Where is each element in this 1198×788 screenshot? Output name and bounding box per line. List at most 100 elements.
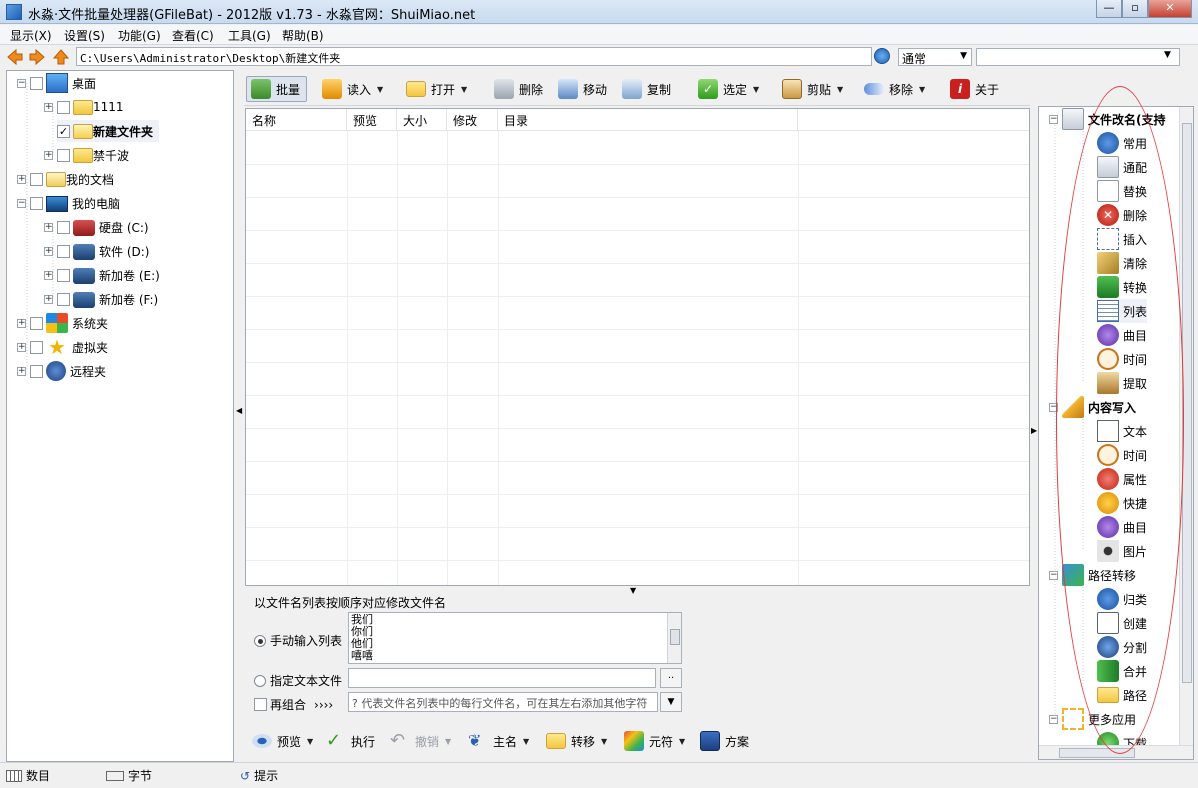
tree-item-folder[interactable]: + 禁千波 bbox=[44, 144, 129, 166]
read-button[interactable]: 读入 ▼ bbox=[322, 76, 383, 102]
tree-item-virtual[interactable]: + ★ 虚拟夹 bbox=[17, 336, 108, 358]
checkbox[interactable] bbox=[57, 268, 70, 282]
menu-settings[interactable]: 设置(S) bbox=[64, 27, 105, 44]
manual-list-option[interactable]: 手动输入列表 bbox=[254, 632, 342, 649]
minimize-button[interactable]: — bbox=[1096, 0, 1122, 18]
checkbox[interactable] bbox=[254, 698, 267, 711]
preview-button[interactable]: 预览 ▼ bbox=[252, 728, 313, 754]
forward-arrow-icon[interactable] bbox=[28, 48, 46, 66]
chevron-down-icon[interactable]: ▼ bbox=[753, 85, 759, 94]
move-button[interactable]: 移动 bbox=[558, 76, 607, 102]
combine-option[interactable]: 再组合 ›››› bbox=[254, 696, 333, 713]
remove-button[interactable]: 移除 ▼ bbox=[864, 76, 925, 102]
tree-item-system[interactable]: + 系统夹 bbox=[17, 312, 108, 334]
chevron-down-icon[interactable]: ▼ bbox=[837, 85, 843, 94]
expand-icon[interactable]: + bbox=[44, 246, 53, 256]
path-input[interactable]: C:\Users\Administrator\Desktop\新建文件夹 bbox=[76, 47, 872, 66]
chevron-down-icon[interactable]: ▼ bbox=[377, 85, 383, 94]
column-header-size[interactable]: 大小 bbox=[397, 109, 447, 131]
text-file-path-input[interactable] bbox=[348, 668, 656, 688]
collapse-icon[interactable]: − bbox=[17, 198, 26, 208]
expand-icon[interactable]: + bbox=[44, 294, 53, 304]
chevron-down-icon[interactable]: ▼ bbox=[307, 737, 313, 746]
delete-button[interactable]: 删除 bbox=[494, 76, 543, 102]
main-name-button[interactable]: ❦ 主名 ▼ bbox=[468, 728, 529, 754]
chevron-down-icon[interactable]: ▼ bbox=[461, 85, 467, 94]
combine-pattern-input[interactable]: ? 代表文件名列表中的每行文件名，可在其左右添加其他字符 bbox=[348, 692, 658, 712]
chevron-down-icon[interactable]: ▼ bbox=[523, 737, 529, 746]
about-button[interactable]: i 关于 bbox=[950, 76, 999, 102]
chevron-down-icon[interactable]: ▼ bbox=[679, 737, 685, 746]
menu-view[interactable]: 查看(C) bbox=[172, 27, 214, 44]
tree-item-drive-c[interactable]: + 硬盘 (C:) bbox=[44, 216, 149, 238]
collapse-icon[interactable]: − bbox=[1049, 114, 1058, 124]
tree-item-my-documents[interactable]: + 我的文档 bbox=[17, 168, 114, 190]
column-header-preview[interactable]: 预览 bbox=[347, 109, 397, 131]
checkbox[interactable] bbox=[30, 316, 43, 330]
expand-icon[interactable]: + bbox=[17, 174, 26, 184]
column-header-modified[interactable]: 修改 bbox=[447, 109, 498, 131]
undo-button[interactable]: ↶ 撤销 ▼ bbox=[390, 728, 451, 754]
chevron-down-icon[interactable]: ▼ bbox=[445, 737, 451, 746]
checkbox[interactable] bbox=[57, 220, 70, 234]
menu-function[interactable]: 功能(G) bbox=[118, 27, 161, 44]
radio[interactable] bbox=[254, 674, 266, 687]
expand-icon[interactable]: + bbox=[44, 222, 53, 232]
tree-item-1111[interactable]: + 1111 bbox=[44, 96, 124, 118]
checkbox[interactable] bbox=[30, 340, 43, 354]
back-arrow-icon[interactable] bbox=[6, 48, 24, 66]
tree-item-drive-e[interactable]: + 新加卷 (E:) bbox=[44, 264, 160, 286]
column-header-name[interactable]: 名称 bbox=[246, 109, 347, 131]
maximize-button[interactable]: ▫ bbox=[1122, 0, 1148, 18]
expand-icon[interactable]: + bbox=[17, 366, 26, 376]
tree-item-desktop[interactable]: − 桌面 bbox=[17, 72, 96, 94]
menu-display[interactable]: 显示(X) bbox=[10, 27, 52, 44]
file-grid[interactable]: 名称 预览 大小 修改 目录 bbox=[245, 108, 1030, 586]
chevron-down-icon[interactable]: ▼ bbox=[660, 692, 682, 712]
batch-button[interactable]: 批量 bbox=[246, 76, 308, 102]
menu-help[interactable]: 帮助(B) bbox=[282, 27, 324, 44]
transfer-button[interactable]: 转移 ▼ bbox=[546, 728, 607, 754]
close-button[interactable]: ✕ bbox=[1148, 0, 1192, 18]
radio-selected[interactable] bbox=[254, 634, 266, 647]
up-arrow-icon[interactable] bbox=[52, 48, 70, 66]
collapse-icon[interactable]: − bbox=[1049, 714, 1058, 724]
panel-splitter[interactable]: ◀ bbox=[236, 70, 242, 762]
textarea-scrollbar[interactable] bbox=[667, 613, 681, 663]
mode-select[interactable]: 通常 ▼ bbox=[898, 48, 972, 66]
menu-tools[interactable]: 工具(G) bbox=[228, 27, 271, 44]
chevron-down-icon[interactable]: ▼ bbox=[1164, 50, 1171, 60]
checkbox[interactable] bbox=[57, 292, 70, 306]
meta-button[interactable]: 元符 ▼ bbox=[624, 728, 685, 754]
tree-item-remote[interactable]: + 远程夹 bbox=[17, 360, 106, 382]
checkbox[interactable] bbox=[30, 76, 43, 90]
checkbox-checked[interactable]: ✓ bbox=[57, 124, 70, 138]
expand-icon[interactable]: + bbox=[44, 270, 53, 280]
scrollbar-thumb[interactable] bbox=[670, 629, 680, 645]
expand-icon[interactable]: + bbox=[44, 102, 53, 112]
text-file-option[interactable]: 指定文本文件 bbox=[254, 672, 342, 689]
chevron-down-icon[interactable]: ▼ bbox=[601, 737, 607, 746]
collapse-icon[interactable]: − bbox=[1049, 570, 1058, 580]
execute-button[interactable]: ✓ 执行 bbox=[326, 728, 375, 754]
go-icon[interactable] bbox=[874, 48, 890, 64]
name-list-textarea[interactable]: 我们 你们 他们 嘻嘻 bbox=[348, 612, 682, 664]
checkbox[interactable] bbox=[57, 244, 70, 258]
tree-item-drive-d[interactable]: + 软件 (D:) bbox=[44, 240, 149, 262]
checkbox[interactable] bbox=[57, 100, 70, 114]
expand-icon[interactable]: + bbox=[17, 342, 26, 352]
open-button[interactable]: 打开 ▼ bbox=[406, 76, 467, 102]
secondary-combo[interactable] bbox=[976, 48, 1180, 66]
checkbox[interactable] bbox=[57, 148, 70, 162]
copy-button[interactable]: 复制 bbox=[622, 76, 671, 102]
checkbox[interactable] bbox=[30, 172, 43, 186]
column-header-directory[interactable]: 目录 bbox=[498, 109, 798, 131]
chevron-left-icon[interactable]: ◀ bbox=[236, 406, 242, 415]
plan-button[interactable]: 方案 bbox=[700, 728, 749, 754]
chevron-right-icon[interactable]: ▶ bbox=[1031, 426, 1037, 435]
checkbox[interactable] bbox=[30, 196, 43, 210]
checkbox[interactable] bbox=[30, 364, 43, 378]
chevron-down-icon[interactable]: ▼ bbox=[919, 85, 925, 94]
expand-icon[interactable]: + bbox=[44, 150, 53, 160]
expand-icon[interactable]: + bbox=[17, 318, 26, 328]
